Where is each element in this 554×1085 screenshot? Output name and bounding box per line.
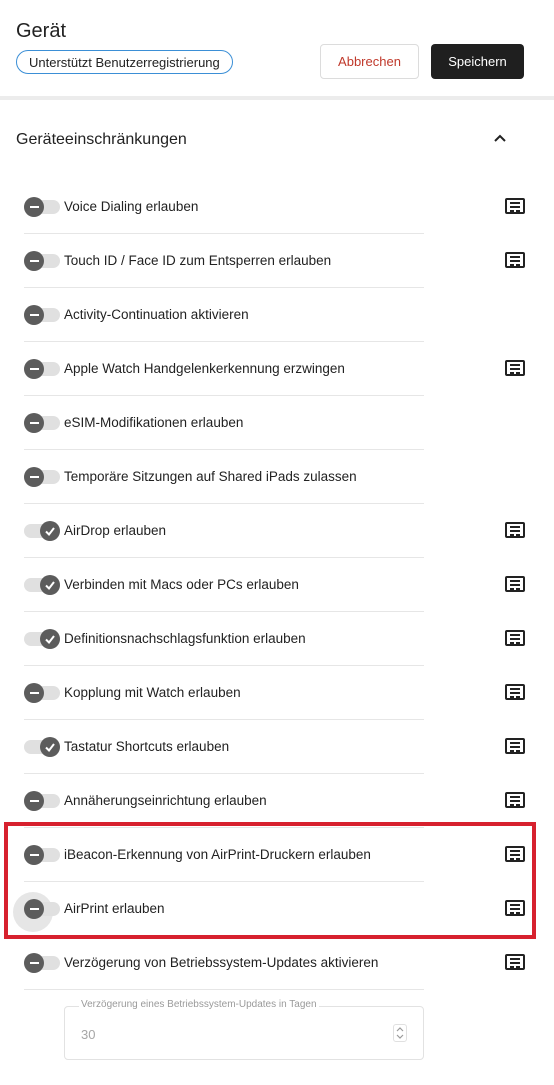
toggle-switch[interactable] [24, 305, 60, 325]
document-icon[interactable] [505, 576, 525, 592]
row-label: Tastatur Shortcuts erlauben [64, 739, 230, 754]
list-item: Temporäre Sitzungen auf Shared iPads zul… [0, 450, 554, 504]
toggle-switch[interactable] [24, 683, 60, 703]
checkmark-icon [40, 575, 60, 595]
list-item: Activity-Continuation aktivieren [0, 288, 554, 342]
row-label: Temporäre Sitzungen auf Shared iPads zul… [64, 469, 357, 484]
minus-icon [24, 305, 44, 325]
document-icon[interactable] [505, 954, 525, 970]
document-icon[interactable] [505, 252, 525, 268]
toggle-switch[interactable] [24, 359, 60, 379]
highlight-box [4, 822, 536, 939]
checkmark-icon [40, 521, 60, 541]
row-divider [24, 989, 424, 990]
row-label: Verzögerung von Betriebssystem-Updates a… [64, 955, 379, 970]
minus-icon [24, 413, 44, 433]
list-item: eSIM-Modifikationen erlauben [0, 396, 554, 450]
toggle-switch[interactable] [24, 791, 60, 811]
list-item: Apple Watch Handgelenkerkennung erzwinge… [0, 342, 554, 396]
minus-icon [24, 467, 44, 487]
toggle-switch[interactable] [24, 197, 60, 217]
row-label: AirDrop erlauben [64, 523, 167, 538]
row-label: Kopplung mit Watch erlauben [64, 685, 241, 700]
page-title: Gerät [16, 20, 67, 42]
list-item: Annäherungseinrichtung erlauben [0, 774, 554, 828]
list-item: Touch ID / Face ID zum Entsperren erlaub… [0, 234, 554, 288]
toggle-switch[interactable] [24, 629, 60, 649]
toggle-switch[interactable] [24, 953, 60, 973]
checkmark-icon [40, 629, 60, 649]
document-icon[interactable] [505, 198, 525, 214]
row-label: Verbinden mit Macs oder PCs erlauben [64, 577, 299, 592]
chevron-up-icon[interactable] [490, 128, 510, 148]
minus-icon [24, 197, 44, 217]
minus-icon [24, 683, 44, 703]
row-label: Apple Watch Handgelenkerkennung erzwinge… [64, 361, 345, 376]
cancel-button[interactable]: Abbrechen [320, 44, 419, 79]
header: Gerät Unterstützt Benutzerregistrierung … [0, 0, 554, 96]
list-item: AirDrop erlauben [0, 504, 554, 558]
toggle-switch[interactable] [24, 413, 60, 433]
toggle-switch[interactable] [24, 521, 60, 541]
list-item: Voice Dialing erlauben [0, 180, 554, 234]
document-icon[interactable] [505, 792, 525, 808]
minus-icon [24, 953, 44, 973]
list-item: Definitionsnachschlagsfunktion erlauben [0, 612, 554, 666]
row-label: eSIM-Modifikationen erlauben [64, 415, 244, 430]
document-icon[interactable] [505, 738, 525, 754]
save-button[interactable]: Speichern [431, 44, 524, 79]
toggle-switch[interactable] [24, 467, 60, 487]
minus-icon [24, 251, 44, 271]
list-item: Verbinden mit Macs oder PCs erlauben [0, 558, 554, 612]
list-item: Verzögerung von Betriebssystem-Updates a… [0, 936, 554, 990]
minus-icon [24, 791, 44, 811]
delay-days-label: Verzögerung eines Betriebssystem-Updates… [79, 999, 319, 1010]
row-label: Definitionsnachschlagsfunktion erlauben [64, 631, 306, 646]
toggle-switch[interactable] [24, 575, 60, 595]
row-label: Touch ID / Face ID zum Entsperren erlaub… [64, 253, 332, 268]
checkmark-icon [40, 737, 60, 757]
list-item: Kopplung mit Watch erlauben [0, 666, 554, 720]
section-title: Geräteeinschränkungen [16, 131, 187, 148]
toggle-switch[interactable] [24, 737, 60, 757]
row-label: Activity-Continuation aktivieren [64, 307, 249, 322]
number-stepper-icon[interactable] [393, 1024, 407, 1042]
minus-icon [24, 359, 44, 379]
status-badge: Unterstützt Benutzerregistrierung [16, 50, 233, 74]
document-icon[interactable] [505, 522, 525, 538]
list-item: Tastatur Shortcuts erlauben [0, 720, 554, 774]
document-icon[interactable] [505, 360, 525, 376]
document-icon[interactable] [505, 684, 525, 700]
delay-days-value[interactable]: 30 [81, 1027, 95, 1042]
row-label: Voice Dialing erlauben [64, 199, 199, 214]
row-label: Annäherungseinrichtung erlauben [64, 793, 267, 808]
toggle-switch[interactable] [24, 251, 60, 271]
header-divider [0, 96, 554, 100]
delay-days-field[interactable]: Verzögerung eines Betriebssystem-Updates… [64, 999, 424, 1060]
document-icon[interactable] [505, 630, 525, 646]
